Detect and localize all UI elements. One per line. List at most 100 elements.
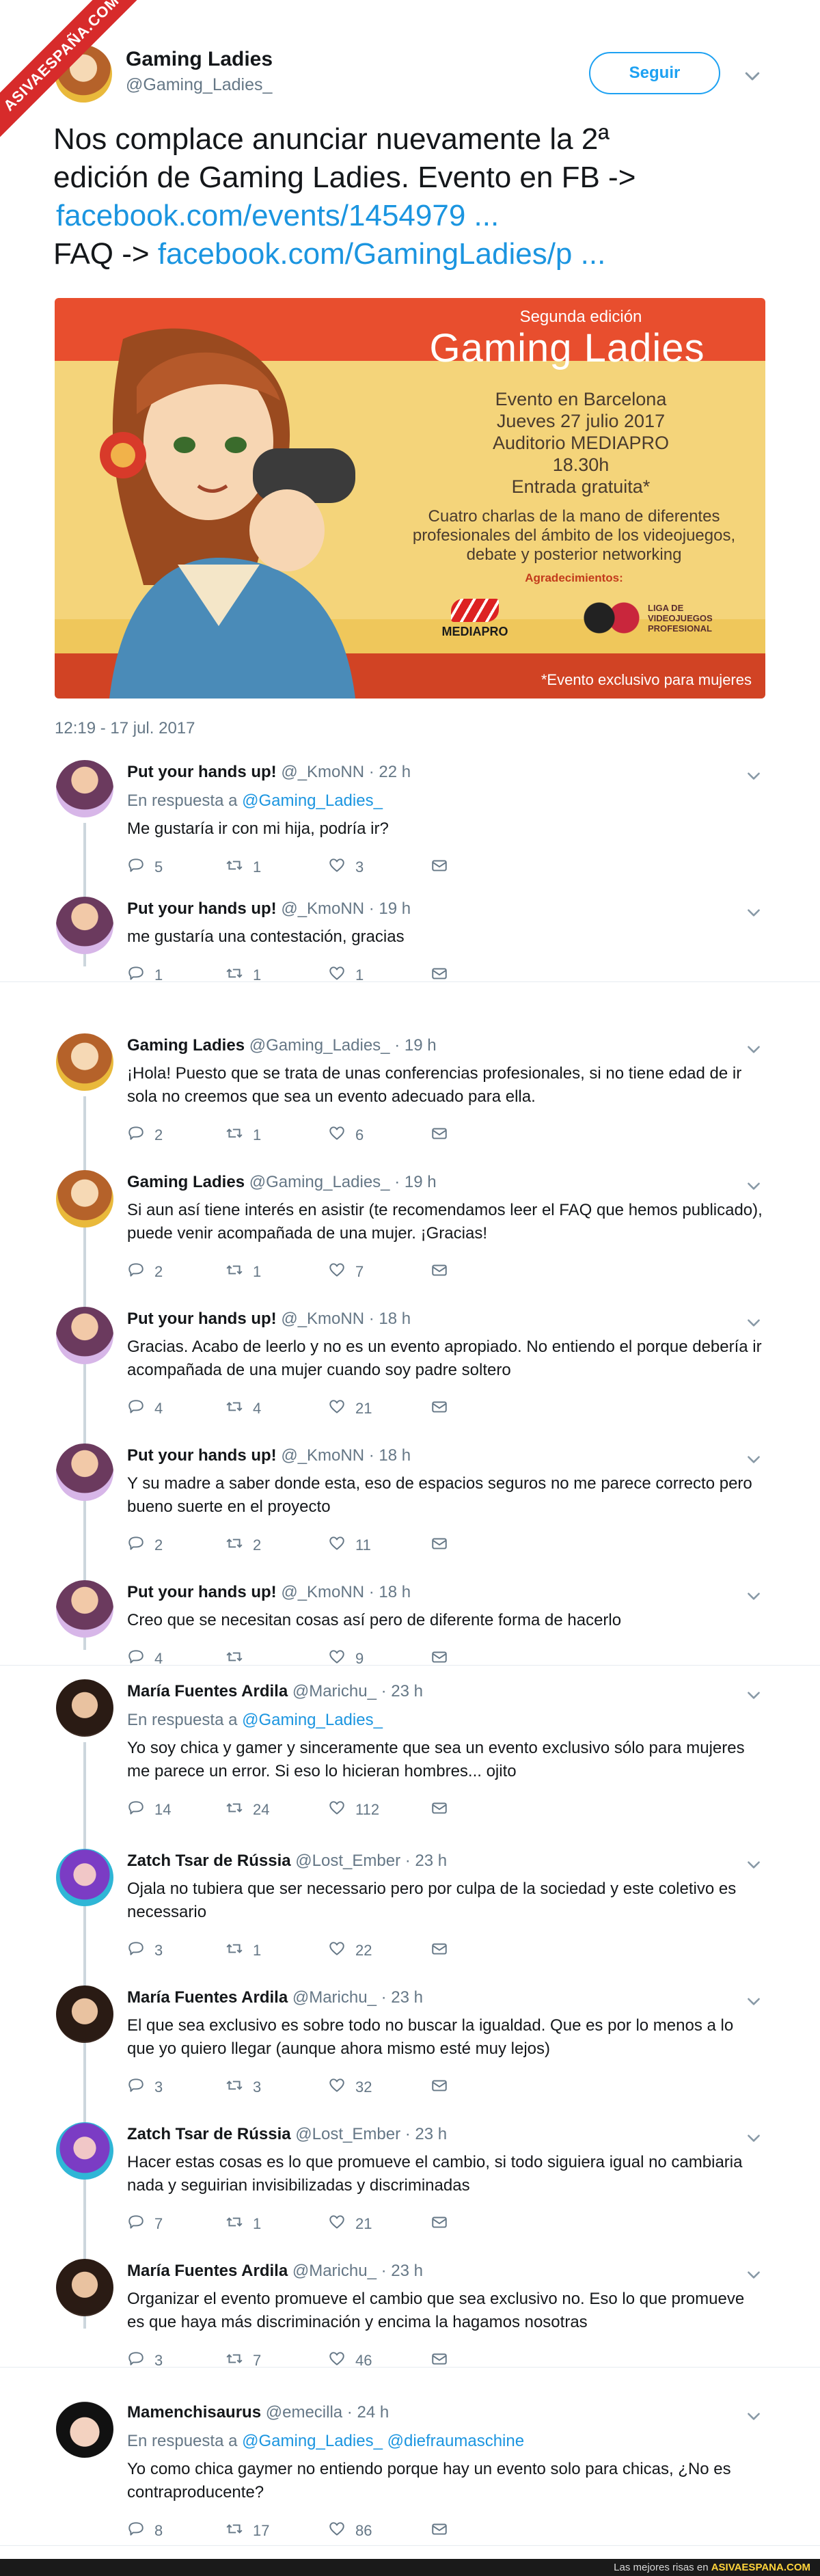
author-name[interactable]: Put your hands up! bbox=[127, 1310, 277, 1328]
author-meta[interactable]: @_KmoNN · 19 h bbox=[277, 899, 411, 918]
direct-message-button[interactable] bbox=[430, 2521, 458, 2541]
author-name[interactable]: Put your hands up! bbox=[127, 899, 277, 918]
reply-button[interactable]: 14 bbox=[127, 1800, 171, 1820]
like-button[interactable]: 1 bbox=[328, 965, 364, 986]
avatar[interactable] bbox=[56, 2400, 113, 2458]
event-link[interactable]: facebook.com/events/1454979 ... bbox=[56, 199, 499, 232]
chevron-down-icon[interactable] bbox=[745, 1450, 763, 1468]
retweet-button[interactable]: 1 bbox=[226, 2214, 261, 2234]
like-button[interactable]: 46 bbox=[328, 2350, 372, 2371]
reply-tweet[interactable]: Put your hands up! @_KmoNN · 19 h me gust… bbox=[48, 883, 772, 984]
retweet-button[interactable]: 3 bbox=[226, 2077, 261, 2098]
chevron-down-icon[interactable] bbox=[745, 2266, 763, 2283]
like-button[interactable]: 7 bbox=[328, 1262, 364, 1282]
avatar[interactable] bbox=[56, 1985, 113, 2043]
chevron-down-icon[interactable] bbox=[745, 2129, 763, 2147]
direct-message-button[interactable] bbox=[430, 2214, 458, 2234]
author-name[interactable]: Zatch Tsar de Rússia bbox=[127, 1852, 291, 1870]
reply-tweet[interactable]: Put your hands up! @_KmoNN · 22 h En resp… bbox=[48, 746, 772, 966]
author-meta[interactable]: @Gaming_Ladies_ · 19 h bbox=[245, 1036, 437, 1055]
author-meta[interactable]: @Marichu_ · 23 h bbox=[288, 1988, 423, 2007]
reply-tweet[interactable]: Put your hands up! @_KmoNN · 18 h Y su ma… bbox=[48, 1430, 772, 1650]
follow-button[interactable]: Seguir bbox=[589, 52, 720, 94]
retweet-button[interactable]: 24 bbox=[226, 1800, 269, 1820]
reply-tweet[interactable]: María Fuentes Ardila @Marichu_ · 23 h El … bbox=[48, 1972, 772, 2192]
mention-link[interactable]: @diefraumaschine bbox=[383, 2432, 524, 2450]
like-button[interactable]: 32 bbox=[328, 2077, 372, 2098]
direct-message-button[interactable] bbox=[430, 1800, 458, 1820]
mention-link[interactable]: @Gaming_Ladies_ bbox=[242, 2432, 383, 2450]
avatar[interactable] bbox=[56, 897, 113, 954]
reply-button[interactable]: 8 bbox=[127, 2521, 163, 2541]
reply-tweet[interactable]: Gaming Ladies @Gaming_Ladies_ · 19 h ¡Hol… bbox=[48, 1020, 772, 1240]
reply-tweet[interactable]: Gaming Ladies @Gaming_Ladies_ · 19 h Si a… bbox=[48, 1156, 772, 1377]
author-name[interactable]: Put your hands up! bbox=[127, 1446, 277, 1465]
reply-tweet[interactable]: Zatch Tsar de Rússia @Lost_Ember · 23 h O… bbox=[48, 1835, 772, 2055]
direct-message-button[interactable] bbox=[430, 2077, 458, 2098]
retweet-button[interactable]: 17 bbox=[226, 2521, 269, 2541]
like-button[interactable]: 21 bbox=[328, 2214, 372, 2234]
reply-button[interactable]: 5 bbox=[127, 857, 163, 878]
author-meta[interactable]: @Marichu_ · 23 h bbox=[288, 2262, 423, 2280]
reply-tweet[interactable]: Zatch Tsar de Rússia @Lost_Ember · 23 h H… bbox=[48, 2109, 772, 2329]
direct-message-button[interactable] bbox=[430, 1535, 458, 1556]
avatar[interactable] bbox=[56, 1033, 113, 1091]
direct-message-button[interactable] bbox=[430, 2350, 458, 2371]
author-meta[interactable]: @Lost_Ember · 23 h bbox=[291, 1852, 447, 1870]
author-meta[interactable]: @emecilla · 24 h bbox=[261, 2403, 389, 2422]
author-meta[interactable]: @_KmoNN · 18 h bbox=[277, 1310, 411, 1328]
retweet-button[interactable]: 7 bbox=[226, 2350, 261, 2371]
retweet-button[interactable]: 1 bbox=[226, 857, 261, 878]
author-name[interactable]: María Fuentes Ardila bbox=[127, 1988, 288, 2007]
reply-button[interactable]: 1 bbox=[127, 965, 163, 986]
author-meta[interactable]: @Marichu_ · 23 h bbox=[288, 1682, 423, 1700]
retweet-button[interactable]: 1 bbox=[226, 1940, 261, 1961]
reply-button[interactable]: 3 bbox=[127, 1940, 163, 1961]
chevron-down-icon[interactable] bbox=[745, 1314, 763, 1331]
event-poster-image[interactable]: Segunda edición Gaming Ladies Evento en … bbox=[55, 298, 765, 699]
retweet-button[interactable]: 2 bbox=[226, 1535, 261, 1556]
chevron-down-icon[interactable] bbox=[745, 1177, 763, 1195]
author-meta[interactable]: @_KmoNN · 18 h bbox=[277, 1446, 411, 1465]
avatar[interactable] bbox=[56, 2122, 113, 2180]
avatar[interactable] bbox=[56, 760, 113, 817]
mention-link[interactable]: @Gaming_Ladies_ bbox=[242, 791, 383, 810]
reply-button[interactable]: 4 bbox=[127, 1398, 163, 1419]
direct-message-button[interactable] bbox=[430, 1398, 458, 1419]
like-button[interactable]: 3 bbox=[328, 857, 364, 878]
author-name[interactable]: Zatch Tsar de Rússia bbox=[127, 2125, 291, 2143]
reply-button[interactable]: 7 bbox=[127, 2214, 163, 2234]
author-name[interactable]: Put your hands up! bbox=[127, 1583, 277, 1601]
avatar[interactable] bbox=[56, 1849, 113, 1906]
direct-message-button[interactable] bbox=[430, 1940, 458, 1961]
avatar[interactable] bbox=[56, 2259, 113, 2316]
mention-link[interactable]: @Gaming_Ladies_ bbox=[242, 1711, 383, 1729]
reply-button[interactable]: 2 bbox=[127, 1262, 163, 1282]
tweet-timestamp[interactable]: 12:19 - 17 jul. 2017 bbox=[55, 719, 195, 738]
avatar[interactable] bbox=[56, 1580, 113, 1638]
author-meta[interactable]: @Lost_Ember · 23 h bbox=[291, 2125, 447, 2143]
retweet-button[interactable]: 4 bbox=[226, 1398, 261, 1419]
reply-tweet[interactable]: Put your hands up! @_KmoNN · 18 h Gracias… bbox=[48, 1293, 772, 1513]
chevron-down-icon[interactable] bbox=[742, 66, 763, 86]
avatar[interactable] bbox=[56, 1679, 113, 1737]
like-button[interactable]: 11 bbox=[328, 1535, 371, 1556]
reply-button[interactable]: 3 bbox=[127, 2350, 163, 2371]
chevron-down-icon[interactable] bbox=[745, 1686, 763, 1704]
author-name[interactable]: Gaming Ladies bbox=[127, 1173, 245, 1191]
avatar[interactable] bbox=[56, 1443, 113, 1501]
reply-tweet[interactable]: Put your hands up! @_KmoNN · 18 h Creo qu… bbox=[48, 1567, 772, 1667]
like-button[interactable]: 112 bbox=[328, 1800, 379, 1820]
retweet-button[interactable]: 1 bbox=[226, 1262, 261, 1282]
author-name[interactable]: María Fuentes Ardila bbox=[127, 1682, 288, 1700]
like-button[interactable]: 21 bbox=[328, 1398, 372, 1419]
author-meta[interactable]: @Gaming_Ladies_ · 19 h bbox=[245, 1173, 437, 1191]
chevron-down-icon[interactable] bbox=[745, 1992, 763, 2010]
author-name[interactable]: María Fuentes Ardila bbox=[127, 2262, 288, 2280]
like-button[interactable]: 6 bbox=[328, 1125, 364, 1145]
faq-link[interactable]: facebook.com/GamingLadies/p ... bbox=[158, 237, 605, 271]
retweet-button[interactable]: 1 bbox=[226, 965, 261, 986]
reply-tweet[interactable]: Mamenchisaurus @emecilla · 24 h En respue… bbox=[48, 2387, 772, 2539]
direct-message-button[interactable] bbox=[430, 1262, 458, 1282]
chevron-down-icon[interactable] bbox=[745, 2407, 763, 2425]
